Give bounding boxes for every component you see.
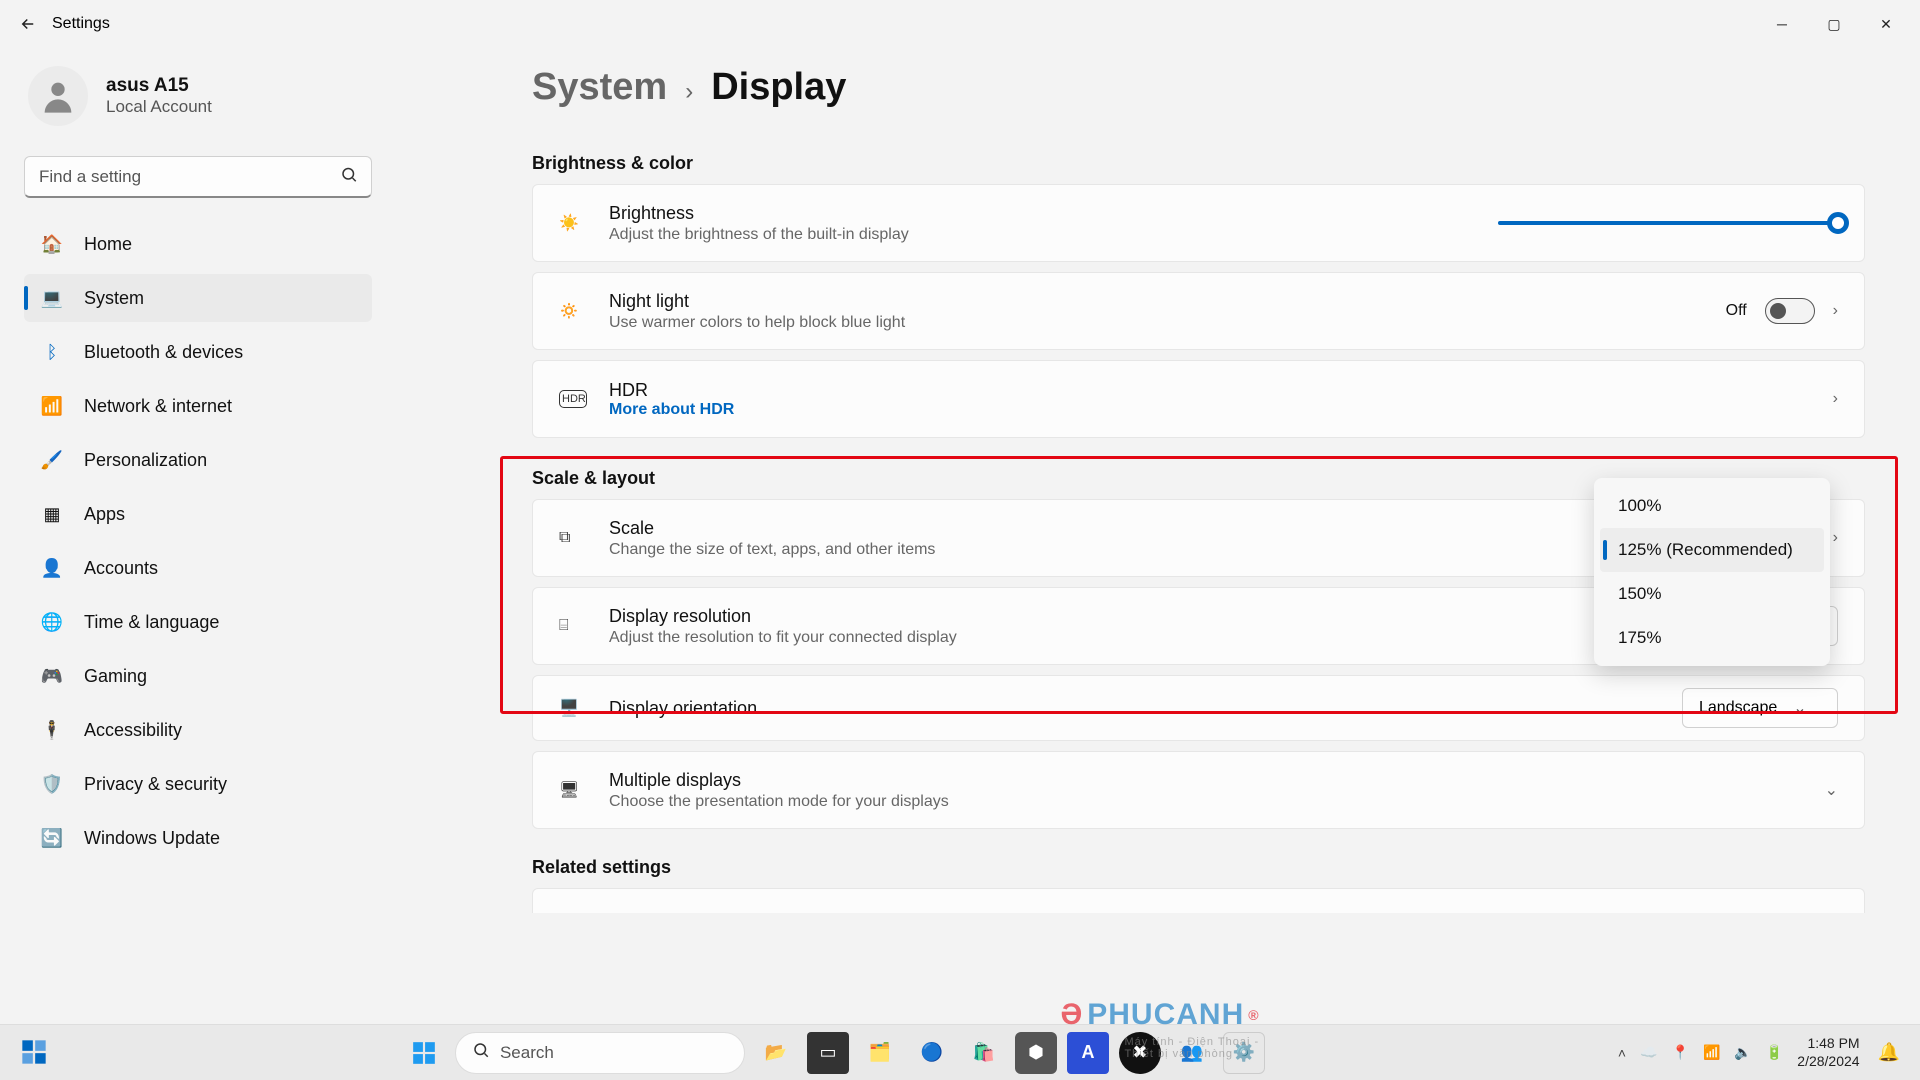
scale-dropdown: 100% 125% (Recommended) 150% 175% (1594, 478, 1830, 666)
scale-option-150[interactable]: 150% (1600, 572, 1824, 616)
tray-volume-icon[interactable]: 🔈 (1734, 1044, 1751, 1061)
taskbar-search-placeholder: Search (500, 1043, 554, 1063)
nav-personalization[interactable]: 🖌️Personalization (24, 436, 372, 484)
search-input[interactable] (24, 156, 372, 198)
home-icon: 🏠 (40, 232, 64, 256)
multidisplay-card[interactable]: 🖥 Multiple displays Choose the presentat… (532, 751, 1865, 829)
nav-bluetooth[interactable]: ᛒBluetooth & devices (24, 328, 372, 376)
globe-icon: 🌐 (40, 610, 64, 634)
nav-home[interactable]: 🏠Home (24, 220, 372, 268)
chevron-right-icon: › (685, 78, 693, 106)
bluetooth-icon: ᛒ (40, 340, 64, 364)
update-icon: 🔄 (40, 826, 64, 850)
scale-icon: ⧉ (559, 529, 587, 547)
nightlight-icon: 🔅 (559, 301, 587, 321)
brightness-slider[interactable] (1498, 221, 1838, 225)
widgets-button[interactable] (20, 1038, 50, 1068)
taskbar-app-2[interactable]: ▭ (807, 1032, 849, 1074)
nav-apps[interactable]: ▦Apps (24, 490, 372, 538)
brightness-card[interactable]: ☀️ Brightness Adjust the brightness of t… (532, 184, 1865, 262)
search-box[interactable] (24, 156, 372, 198)
shield-icon: 🛡️ (40, 772, 64, 796)
titlebar: Settings ─ ▢ ✕ (0, 0, 1920, 48)
brush-icon: 🖌️ (40, 448, 64, 472)
nav-wu[interactable]: 🔄Windows Update (24, 814, 372, 862)
tray-clock[interactable]: 1:48 PM 2/28/2024 (1797, 1035, 1859, 1070)
taskbar-app-5[interactable]: 🛍️ (963, 1032, 1005, 1074)
tray-overflow[interactable]: ˄ (1618, 1045, 1626, 1061)
tray-battery-icon[interactable]: 🔋 (1766, 1044, 1783, 1061)
gamepad-icon: 🎮 (40, 664, 64, 688)
resolution-icon: ⌸ (559, 617, 587, 635)
profile-block[interactable]: asus A15 Local Account (24, 64, 372, 128)
scale-option-125[interactable]: 125% (Recommended) (1600, 528, 1824, 572)
watermark: ƏPHUCANH® Máy tính - Điện Thoại - Thiết … (1060, 998, 1259, 1032)
tray-location-icon[interactable]: 📍 (1672, 1044, 1689, 1061)
apps-icon: ▦ (40, 502, 64, 526)
nav-time[interactable]: 🌐Time & language (24, 598, 372, 646)
person-icon: 👤 (40, 556, 64, 580)
back-button[interactable] (12, 8, 44, 40)
orientation-icon: 🖥️ (559, 698, 587, 718)
profile-sub: Local Account (106, 97, 212, 117)
close-button[interactable]: ✕ (1874, 16, 1898, 33)
start-button[interactable] (403, 1032, 445, 1074)
chevron-down-icon: ⌄ (1793, 698, 1806, 718)
tray-cloud-icon[interactable]: ☁️ (1640, 1044, 1657, 1061)
orientation-card[interactable]: 🖥️ Display orientation Landscape⌄ (532, 675, 1865, 741)
breadcrumb: System › Display (400, 66, 1920, 109)
chevron-right-icon: › (1833, 390, 1838, 408)
taskbar-app-4[interactable]: 🔵 (911, 1032, 953, 1074)
hdr-icon: HDR (559, 390, 587, 408)
hdr-link[interactable]: More about HDR (609, 401, 1811, 419)
maximize-button[interactable]: ▢ (1822, 16, 1846, 33)
window-title: Settings (52, 15, 110, 33)
chevron-down-icon: ⌄ (1825, 780, 1838, 800)
nav-system[interactable]: 💻System (24, 274, 372, 322)
system-icon: 💻 (40, 286, 64, 310)
nav-privacy[interactable]: 🛡️Privacy & security (24, 760, 372, 808)
scale-option-175[interactable]: 175% (1600, 616, 1824, 660)
chevron-right-icon: › (1833, 302, 1838, 320)
related-card-stub (532, 888, 1865, 913)
search-icon (472, 1041, 490, 1064)
profile-name: asus A15 (106, 75, 212, 97)
toggle-label: Off (1726, 302, 1747, 320)
scale-option-100[interactable]: 100% (1600, 484, 1824, 528)
sun-icon: ☀️ (559, 213, 587, 233)
sidebar: asus A15 Local Account 🏠Home 💻System ᛒBl… (0, 48, 400, 1024)
nav-network[interactable]: 📶Network & internet (24, 382, 372, 430)
avatar (28, 66, 88, 126)
nightlight-toggle[interactable] (1765, 298, 1815, 324)
tray-wifi-icon[interactable]: 📶 (1703, 1044, 1720, 1061)
taskbar-search[interactable]: Search (455, 1032, 745, 1074)
taskbar-app-7[interactable]: A (1067, 1032, 1109, 1074)
taskbar-app-6[interactable]: ⬢ (1015, 1032, 1057, 1074)
nightlight-card[interactable]: 🔅 Night light Use warmer colors to help … (532, 272, 1865, 350)
taskbar-app-1[interactable]: 📂 (755, 1032, 797, 1074)
wifi-icon: 📶 (40, 394, 64, 418)
taskbar-app-3[interactable]: 🗂️ (859, 1032, 901, 1074)
breadcrumb-current: Display (711, 66, 846, 109)
accessibility-icon: 🕴️ (40, 718, 64, 742)
hdr-card[interactable]: HDR HDR More about HDR › (532, 360, 1865, 438)
chevron-right-icon: › (1833, 529, 1838, 547)
section-related: Related settings (400, 857, 1920, 878)
multidisplay-icon: 🖥 (559, 780, 587, 800)
content-area: System › Display Brightness & color ☀️ B… (400, 48, 1920, 1024)
minimize-button[interactable]: ─ (1770, 16, 1794, 33)
search-icon (340, 166, 358, 189)
tray-notification-icon[interactable]: 🔔 (1878, 1042, 1900, 1063)
slider-thumb[interactable] (1827, 212, 1849, 234)
nav-accounts[interactable]: 👤Accounts (24, 544, 372, 592)
taskbar: Search 📂 ▭ 🗂️ 🔵 🛍️ ⬢ A ✖ 👥 ⚙️ ˄ ☁️ 📍 📶 🔈… (0, 1024, 1920, 1080)
nav-gaming[interactable]: 🎮Gaming (24, 652, 372, 700)
nav-accessibility[interactable]: 🕴️Accessibility (24, 706, 372, 754)
breadcrumb-parent[interactable]: System (532, 66, 667, 109)
section-brightness-color: Brightness & color (400, 153, 1920, 174)
orientation-select[interactable]: Landscape⌄ (1682, 688, 1838, 728)
